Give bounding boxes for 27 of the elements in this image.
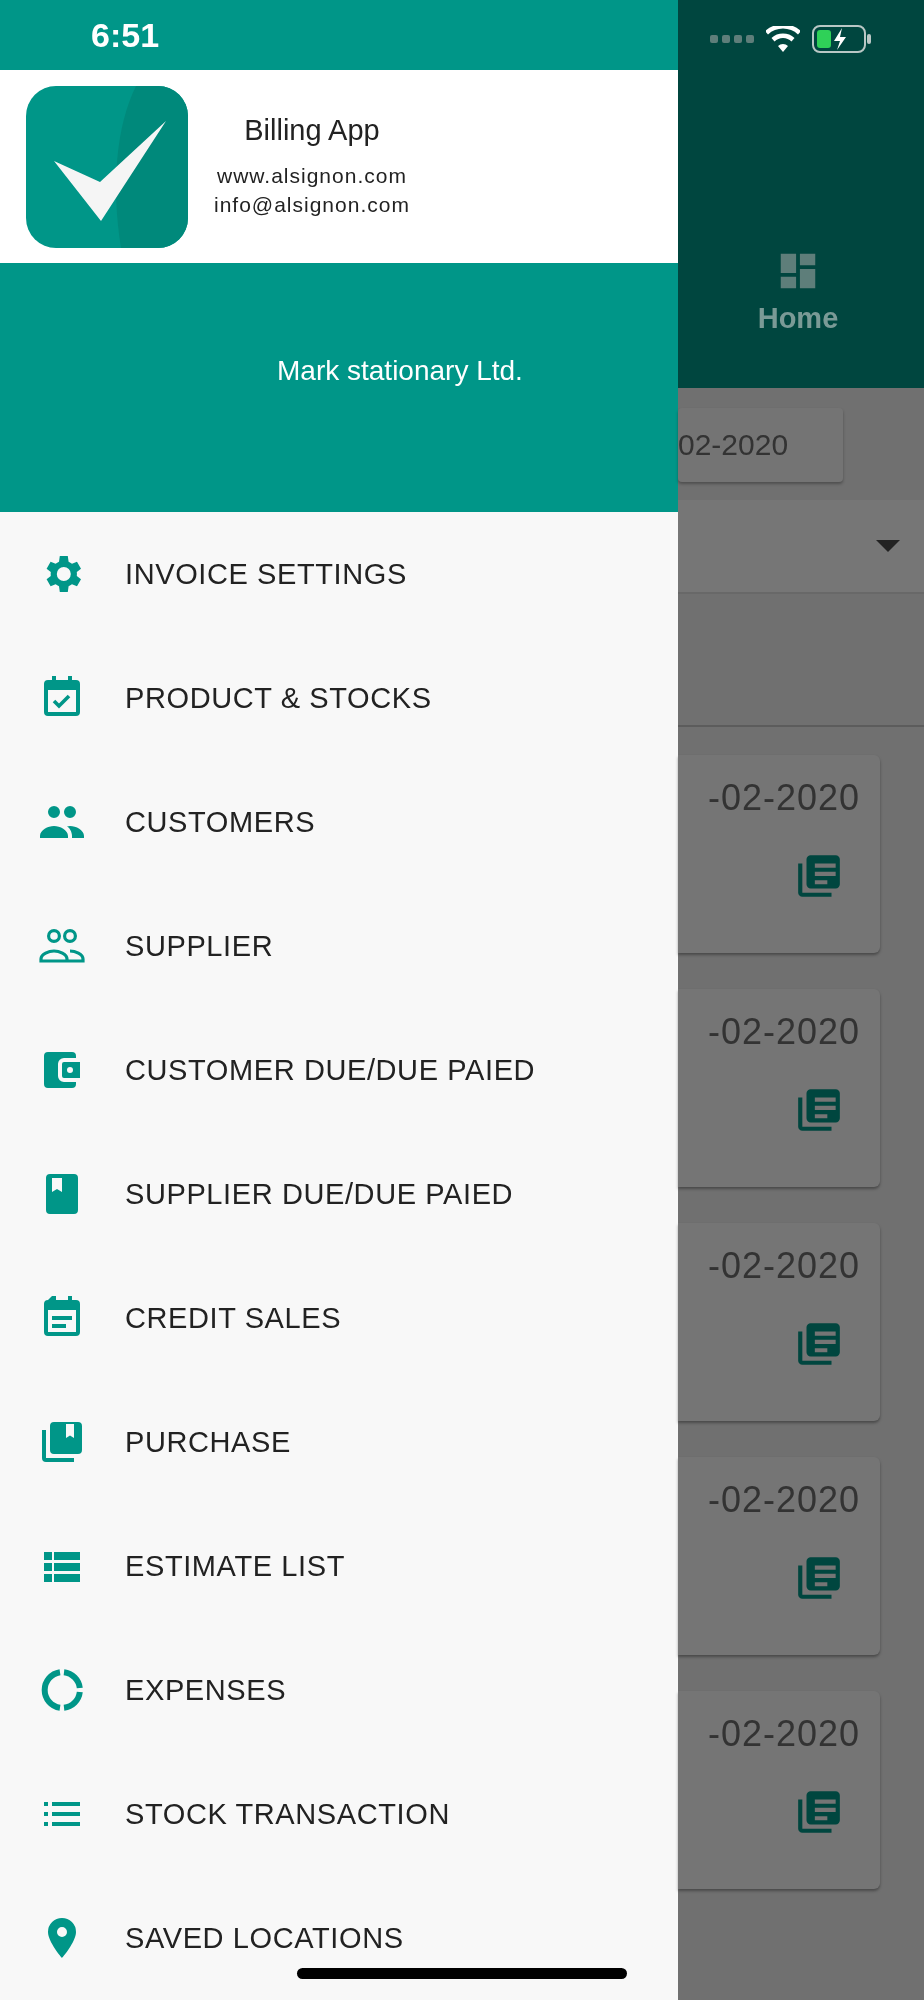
card-date: -02-2020: [707, 1479, 860, 1521]
card-date: -02-2020: [707, 1713, 860, 1755]
menu-item[interactable]: SAVED LOCATIONS: [125, 1921, 404, 1955]
website-text: www.alsignon.com: [217, 163, 407, 190]
menu-item[interactable]: INVOICE SETTINGS: [125, 557, 407, 591]
email-text: info@alsignon.com: [214, 192, 410, 219]
card-date: -02-2020: [707, 1011, 860, 1053]
menu-item[interactable]: STOCK TRANSACTION: [125, 1797, 450, 1831]
dropdown-arrow-icon[interactable]: [876, 540, 900, 552]
menu-item[interactable]: SUPPLIER: [125, 929, 274, 963]
status-time: 6:51: [91, 15, 160, 55]
menu-item[interactable]: EXPENSES: [125, 1673, 287, 1707]
home-tab[interactable]: Home: [757, 302, 839, 335]
menu-item[interactable]: SUPPLIER DUE/DUE PAIED: [125, 1177, 514, 1211]
app-name: Billing App: [244, 114, 380, 148]
card-date: -02-2020: [707, 777, 860, 819]
menu-item[interactable]: PURCHASE: [125, 1425, 291, 1459]
menu-item[interactable]: PRODUCT & STOCKS: [125, 681, 432, 715]
menu-item[interactable]: CUSTOMERS: [125, 805, 316, 839]
wifi-icon: [766, 26, 800, 52]
card-date: -02-2020: [707, 1245, 860, 1287]
menu-item[interactable]: CREDIT SALES: [125, 1301, 342, 1335]
company-name: Mark stationary Ltd.: [277, 355, 523, 388]
menu-item[interactable]: ESTIMATE LIST: [125, 1549, 345, 1583]
signal-icon: [710, 33, 754, 45]
battery-icon: [812, 25, 872, 53]
menu-item[interactable]: CUSTOMER DUE/DUE PAIED: [125, 1053, 536, 1087]
